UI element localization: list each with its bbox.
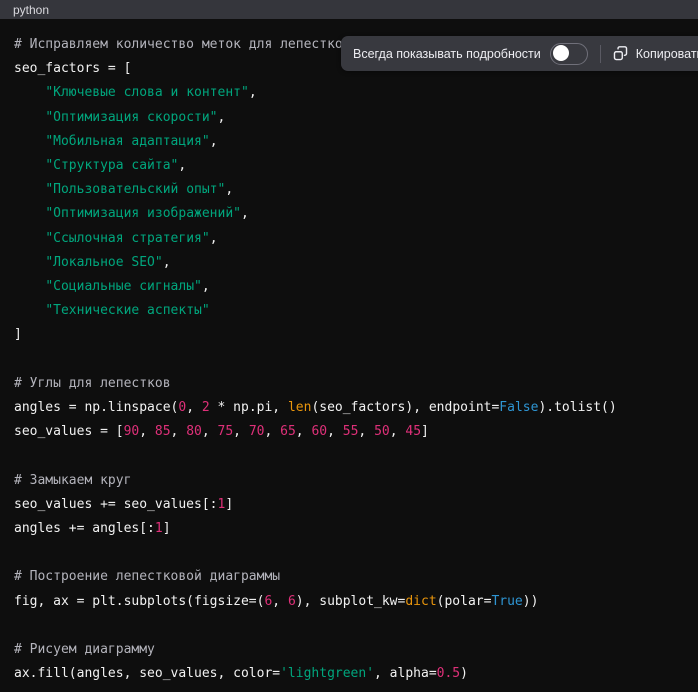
- code-line: [14, 348, 684, 372]
- code-line: seo_values = [90, 85, 80, 75, 70, 65, 60…: [14, 420, 684, 444]
- code-language-label: python: [13, 3, 49, 17]
- code-line: [14, 444, 684, 468]
- code-line: [14, 614, 684, 638]
- code-block: # Исправляем количество меток для лепест…: [0, 19, 698, 692]
- code-line: fig, ax = plt.subplots(figsize=(6, 6), s…: [14, 590, 684, 614]
- code-line: # Построение лепестковой диаграммы: [14, 565, 684, 589]
- code-line: # Углы для лепестков: [14, 372, 684, 396]
- code-line: "Пользовательский опыт",: [14, 178, 684, 202]
- code-line: "Мобильная адаптация",: [14, 130, 684, 154]
- code-line: "Социальные сигналы",: [14, 275, 684, 299]
- toolbar-divider: [600, 45, 601, 63]
- code-line: # Замыкаем круг: [14, 469, 684, 493]
- code-block-window: python # Исправляем количество меток для…: [0, 0, 698, 692]
- always-show-details-toggle[interactable]: [550, 43, 588, 65]
- toggle-knob: [553, 45, 569, 61]
- code-header-bar: python: [0, 0, 698, 19]
- code-line: ]: [14, 323, 684, 347]
- code-line: angles = np.linspace(0, 2 * np.pi, len(s…: [14, 396, 684, 420]
- code-content: # Исправляем количество меток для лепест…: [0, 19, 698, 692]
- code-line: [14, 541, 684, 565]
- code-line: "Оптимизация изображений",: [14, 202, 684, 226]
- code-toolbar-overlay: Всегда показывать подробности Копировать…: [341, 36, 698, 71]
- code-line: "Структура сайта",: [14, 154, 684, 178]
- code-line: "Локальное SEO",: [14, 251, 684, 275]
- code-line: # Рисуем диаграмму: [14, 638, 684, 662]
- code-line: "Технические аспекты": [14, 299, 684, 323]
- code-line: "Ключевые слова и контент",: [14, 81, 684, 105]
- copy-code-button[interactable]: Копировать код: [612, 45, 698, 62]
- copy-code-label: Копировать код: [636, 47, 698, 61]
- always-show-details-label: Всегда показывать подробности: [353, 47, 541, 61]
- copy-icon: [612, 45, 629, 62]
- code-line: "Ссылочная стратегия",: [14, 227, 684, 251]
- code-line: seo_values += seo_values[:1]: [14, 493, 684, 517]
- code-line: angles += angles[:1]: [14, 517, 684, 541]
- code-line: ax.fill(angles, seo_values, color='light…: [14, 662, 684, 686]
- code-line: "Оптимизация скорости",: [14, 106, 684, 130]
